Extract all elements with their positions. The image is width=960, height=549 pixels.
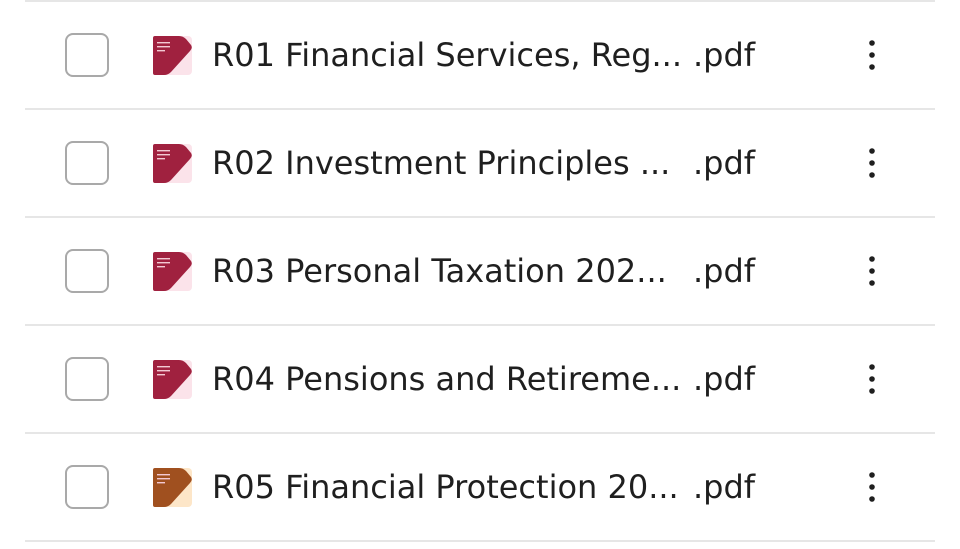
cover-text-line	[157, 474, 170, 476]
more-dot	[869, 268, 875, 274]
file-name[interactable]: R03 Personal Taxation 202...	[212, 249, 667, 293]
file-row[interactable]: R03 Personal Taxation 202... .pdf	[0, 218, 960, 324]
more-dot	[869, 52, 875, 58]
more-dot	[869, 376, 875, 382]
cover-text-line	[157, 46, 170, 48]
more-vertical-icon	[869, 472, 875, 502]
file-name[interactable]: R01 Financial Services, Reg...	[212, 33, 682, 77]
cover-text-line	[157, 154, 170, 156]
file-name[interactable]: R05 Financial Protection 20...	[212, 465, 679, 509]
cover-text-line	[157, 370, 170, 372]
select-checkbox[interactable]	[65, 357, 109, 401]
file-name[interactable]: R04 Pensions and Retireme...	[212, 357, 681, 401]
cover-text-line	[157, 50, 165, 52]
pdf-thumbnail	[153, 252, 192, 291]
more-vertical-icon	[869, 256, 875, 286]
cover-text-line	[157, 478, 170, 480]
more-vertical-icon	[869, 40, 875, 70]
more-dot	[869, 160, 875, 166]
pdf-thumbnail	[153, 144, 192, 183]
file-row[interactable]: R04 Pensions and Retireme... .pdf	[0, 326, 960, 432]
cover-text-line	[157, 42, 170, 44]
select-checkbox[interactable]	[65, 249, 109, 293]
file-row[interactable]: R02 Investment Principles ... .pdf	[0, 110, 960, 216]
file-extension: .pdf	[693, 360, 756, 398]
more-dot	[869, 64, 875, 70]
pdf-thumbnail	[153, 360, 192, 399]
cover-text-line	[157, 150, 170, 152]
cover-text-line	[157, 366, 170, 368]
more-vertical-icon	[869, 364, 875, 394]
select-checkbox[interactable]	[65, 141, 109, 185]
cover-text-line	[157, 374, 165, 376]
file-row[interactable]: R01 Financial Services, Reg... .pdf	[0, 2, 960, 108]
more-options-button[interactable]	[852, 249, 892, 293]
more-dot	[869, 388, 875, 394]
pdf-cover-icon	[153, 468, 192, 507]
cover-text-line	[157, 266, 165, 268]
file-extension: .pdf	[693, 468, 756, 506]
more-dot	[869, 256, 875, 262]
more-options-button[interactable]	[852, 33, 892, 77]
pdf-thumbnail	[153, 36, 192, 75]
pdf-thumbnail	[153, 468, 192, 507]
row-divider	[25, 540, 935, 542]
more-dot	[869, 496, 875, 502]
pdf-cover-icon	[153, 144, 192, 183]
file-list: R01 Financial Services, Reg... .pdf R02 In…	[0, 0, 960, 549]
file-extension: .pdf	[693, 144, 756, 182]
select-checkbox[interactable]	[65, 465, 109, 509]
more-dot	[869, 472, 875, 478]
file-extension: .pdf	[693, 36, 756, 74]
file-extension: .pdf	[693, 252, 756, 290]
more-options-button[interactable]	[852, 465, 892, 509]
more-options-button[interactable]	[852, 357, 892, 401]
pdf-cover-icon	[153, 360, 192, 399]
cover-text-line	[157, 482, 165, 484]
more-vertical-icon	[869, 148, 875, 178]
cover-text-line	[157, 158, 165, 160]
cover-text-line	[157, 262, 170, 264]
more-dot	[869, 364, 875, 370]
more-dot	[869, 40, 875, 46]
more-options-button[interactable]	[852, 141, 892, 185]
file-name[interactable]: R02 Investment Principles ...	[212, 141, 670, 185]
pdf-cover-icon	[153, 252, 192, 291]
more-dot	[869, 148, 875, 154]
more-dot	[869, 172, 875, 178]
select-checkbox[interactable]	[65, 33, 109, 77]
more-dot	[869, 484, 875, 490]
pdf-cover-icon	[153, 36, 192, 75]
file-row[interactable]: R05 Financial Protection 20... .pdf	[0, 434, 960, 540]
more-dot	[869, 280, 875, 286]
cover-text-line	[157, 258, 170, 260]
